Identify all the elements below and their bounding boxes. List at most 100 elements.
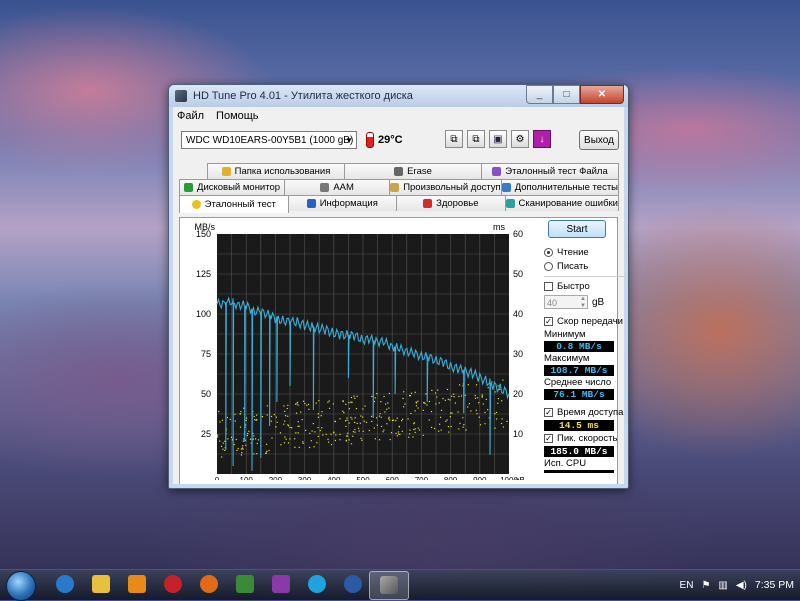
menu-help[interactable]: Помощь xyxy=(216,110,259,122)
access-time-point xyxy=(355,407,358,410)
transfer-rate-option[interactable]: ✓ Скор передачи xyxy=(544,315,626,328)
access-time-point xyxy=(222,448,224,450)
access-time-point xyxy=(296,401,299,403)
access-time-point xyxy=(295,412,298,414)
tab-benchmark[interactable]: Эталонный тест xyxy=(179,195,289,213)
language-indicator[interactable]: EN xyxy=(680,580,694,591)
tab-erase[interactable]: Erase xyxy=(344,163,482,179)
exit-button[interactable]: Выход xyxy=(579,130,619,150)
access-time-point xyxy=(457,411,459,413)
spinner-arrows-icon[interactable]: ▲ ▼ xyxy=(580,296,586,310)
drive-select[interactable]: WDC WD10EARS-00Y5B1 (1000 gB) ▼ xyxy=(181,131,357,149)
app-icon-purple[interactable] xyxy=(272,575,290,593)
menu-file[interactable]: Файл xyxy=(177,110,204,122)
access-time-point xyxy=(317,413,320,415)
tab-health[interactable]: Здоровье xyxy=(396,195,506,211)
fast-checkbox[interactable] xyxy=(544,282,553,291)
tab-random-access[interactable]: Произвольный доступ xyxy=(389,179,502,195)
options-button[interactable]: ⚙ xyxy=(511,130,529,148)
tab-strip: Папка использования Erase Эталонный тест… xyxy=(179,163,620,213)
write-radio[interactable] xyxy=(544,262,553,271)
taskbar-hdtune[interactable] xyxy=(369,571,409,600)
block-size-input[interactable]: 40 ▲ ▼ xyxy=(544,295,588,309)
max-label: Максимум xyxy=(544,353,590,364)
skype-icon[interactable] xyxy=(308,575,326,593)
access-time-point xyxy=(306,404,308,406)
title-bar[interactable]: HD Tune Pro 4.01 - Утилита жесткого диск… xyxy=(169,85,628,107)
access-time-point xyxy=(390,432,393,434)
tab-aam[interactable]: AAM xyxy=(284,179,391,195)
access-time-option[interactable]: ✓ Время доступа xyxy=(544,406,626,419)
firefox-icon[interactable] xyxy=(200,575,218,593)
start-button[interactable]: Start xyxy=(548,220,606,238)
clock[interactable]: 7:35 PM xyxy=(755,579,794,591)
access-time-point xyxy=(467,406,469,408)
access-time-point xyxy=(346,435,348,437)
access-time-point xyxy=(249,438,252,440)
tab-extra-tests[interactable]: Дополнительные тесты xyxy=(500,179,620,195)
access-time-point xyxy=(226,416,229,419)
access-time-point xyxy=(449,416,451,418)
copy-info-button[interactable]: ⧉ xyxy=(445,130,463,148)
save-button[interactable]: ▣ xyxy=(489,130,507,148)
ie-icon[interactable] xyxy=(56,575,74,593)
tab-folder-usage[interactable]: Папка использования xyxy=(207,163,345,179)
app-icon-blue[interactable] xyxy=(344,575,362,593)
access-time-point xyxy=(362,416,364,418)
read-option[interactable]: Чтение xyxy=(544,246,626,259)
access-time-point xyxy=(294,403,297,405)
cpu-usage-bar xyxy=(544,470,614,473)
access-time-point xyxy=(289,438,291,440)
tray-network-icon[interactable]: ▥ xyxy=(718,580,727,591)
access-time-point xyxy=(417,427,419,429)
access-time-point xyxy=(328,441,330,443)
opera-icon[interactable] xyxy=(164,575,182,593)
access-time-point xyxy=(487,387,489,389)
access-time-point xyxy=(380,425,383,428)
access-time-point xyxy=(221,419,224,421)
access-time-point xyxy=(265,452,268,454)
minimize-button[interactable]: _ xyxy=(526,85,553,104)
tab-info[interactable]: Информация xyxy=(287,195,398,211)
floppy-icon: ▣ xyxy=(493,133,503,145)
burst-rate-checkbox[interactable]: ✓ xyxy=(544,434,553,443)
copy-screenshot-button[interactable]: ⧉ xyxy=(467,130,485,148)
access-time-point xyxy=(270,415,273,418)
tab-disk-monitor[interactable]: Дисковый монитор xyxy=(179,179,286,195)
access-time-point xyxy=(440,429,442,431)
tab-label: Произвольный доступ xyxy=(403,182,501,193)
fast-option[interactable]: Быстро xyxy=(544,280,626,293)
access-time-point xyxy=(240,410,242,413)
access-time-point xyxy=(380,416,382,418)
y-left-tick-label: 25 xyxy=(201,429,211,439)
word-icon[interactable] xyxy=(236,575,254,593)
media-player-icon[interactable] xyxy=(128,575,146,593)
access-time-point xyxy=(227,438,229,440)
access-time-point xyxy=(327,401,329,403)
tab-label: Эталонный тест xyxy=(204,199,276,210)
access-time-point xyxy=(235,438,237,441)
y-left-tick-label: 50 xyxy=(201,389,211,399)
access-time-point xyxy=(475,409,477,411)
hdtune-window: HD Tune Pro 4.01 - Утилита жесткого диск… xyxy=(168,84,629,489)
transfer-rate-checkbox[interactable]: ✓ xyxy=(544,317,553,326)
access-time-point xyxy=(458,395,460,398)
access-time-checkbox[interactable]: ✓ xyxy=(544,408,553,417)
download-button[interactable]: ↓ xyxy=(533,130,551,148)
access-time-point xyxy=(496,418,498,420)
access-time-point xyxy=(375,417,378,419)
explorer-icon[interactable] xyxy=(92,575,110,593)
maximize-button[interactable]: □ xyxy=(553,85,580,104)
tray-flag-icon[interactable]: ⚑ xyxy=(701,580,710,591)
tab-error-scan[interactable]: Сканирование ошибки xyxy=(504,195,619,211)
start-orb[interactable] xyxy=(6,571,36,601)
write-option[interactable]: Писать xyxy=(544,260,626,273)
access-time-point xyxy=(309,432,311,434)
burst-rate-option[interactable]: ✓ Пик. скорость xyxy=(544,432,626,445)
close-button[interactable]: ✕ xyxy=(580,85,624,104)
access-time-point xyxy=(382,431,384,433)
access-time-point xyxy=(354,417,356,419)
read-radio[interactable] xyxy=(544,248,553,257)
tray-volume-icon[interactable]: ◀) xyxy=(736,580,747,591)
tab-file-benchmark[interactable]: Эталонный тест Файла xyxy=(481,163,619,179)
